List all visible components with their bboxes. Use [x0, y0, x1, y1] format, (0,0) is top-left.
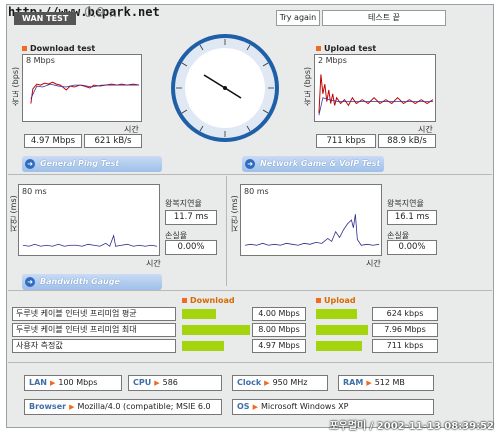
- gauge-row-label: 두루넷 케이블 인터넷 프리미엄 최대: [12, 323, 176, 337]
- download-value: 8.00 Mbps: [252, 323, 306, 337]
- ram-info: RAM ▶ 512 MB: [338, 375, 434, 391]
- upload-bar: [316, 307, 368, 321]
- speed-dial: [168, 28, 282, 148]
- download-bar: [182, 339, 250, 353]
- download-ylabel: 속도 (bps): [11, 66, 20, 106]
- download-bar: [182, 307, 250, 321]
- arrow-icon: ➜: [245, 159, 255, 169]
- cpu-info: CPU ▶ 586: [128, 375, 222, 391]
- game-xlabel: 시간: [366, 259, 381, 268]
- arrow-icon: ▶: [264, 379, 270, 387]
- divider: [8, 362, 492, 363]
- arrow-icon: ➜: [25, 277, 35, 287]
- ping-latency: 11.7 ms: [165, 210, 217, 225]
- bullet-icon: [182, 298, 187, 303]
- game-latency: 16.1 ms: [387, 210, 437, 225]
- game-loss: 0.00%: [387, 240, 437, 255]
- upload-bar: [316, 339, 368, 353]
- upload-bar-fill: [316, 325, 368, 335]
- arrow-icon: ▶: [69, 403, 75, 411]
- ping-scale: 80 ms: [22, 187, 47, 196]
- os-info: OS ▶ Microsoft Windows XP: [232, 399, 434, 415]
- download-title: Download test: [22, 44, 95, 53]
- upload-bar-fill: [316, 309, 357, 319]
- arrow-icon: ▶: [154, 379, 160, 387]
- upload-scale: 2 Mbps: [318, 56, 347, 65]
- screenshot-stamp: 포우멀미 / 2002-11-13 08:39:52: [329, 421, 494, 432]
- clock-info: Clock ▶ 950 MHz: [232, 375, 328, 391]
- game-ylabel: 지연 (ms): [230, 195, 239, 232]
- arrow-icon: ▶: [366, 379, 372, 387]
- divider: [226, 176, 227, 286]
- game-test-banner: ➜ Network Game & VoIP Test: [242, 156, 384, 172]
- download-bar: [182, 323, 250, 337]
- upload-value: 711 kbps: [372, 339, 438, 353]
- download-mbps: 4.97 Mbps: [24, 134, 82, 148]
- download-value: 4.00 Mbps: [252, 307, 306, 321]
- ping-xlabel: 시간: [146, 259, 161, 268]
- ping-loss: 0.00%: [165, 240, 217, 255]
- tab-wan-test[interactable]: WAN TEST: [14, 12, 77, 25]
- upload-bar-fill: [316, 341, 363, 351]
- speed-title: 0.9 ...: [84, 6, 122, 21]
- download-scale: 8 Mbps: [26, 56, 55, 65]
- status-field: 테스트 끝: [322, 10, 446, 26]
- download-bar-fill: [182, 325, 250, 335]
- upload-value: 7.96 Mbps: [372, 323, 438, 337]
- upload-value: 624 kbps: [372, 307, 438, 321]
- bullet-icon: [316, 298, 321, 303]
- browser-info: Browser ▶ Mozilla/4.0 (compatible; MSIE 6.…: [24, 399, 222, 415]
- upload-title: Upload test: [316, 44, 376, 53]
- bullet-icon: [316, 46, 321, 51]
- download-kbs: 621 kB/s: [84, 134, 142, 148]
- try-again-button[interactable]: Try again: [276, 10, 320, 26]
- ping-latency-label: 왕복지연율: [165, 199, 202, 208]
- bandwidth-gauge-banner: ➜ Bandwidth Gauge: [22, 274, 162, 290]
- ping-test-banner: ➜ General Ping Test: [22, 156, 162, 172]
- gauge-row-label: 두루넷 케이블 인터넷 프리미엄 평균: [12, 307, 176, 321]
- upload-bar: [316, 323, 368, 337]
- divider: [8, 290, 492, 291]
- download-bar-fill: [182, 309, 216, 319]
- upload-kbps: 711 kbps: [316, 134, 376, 148]
- divider: [8, 174, 492, 175]
- arrow-icon: ➜: [25, 159, 35, 169]
- upload-kbs: 88.9 kB/s: [378, 134, 436, 148]
- game-latency-label: 왕복지연율: [387, 199, 424, 208]
- bullet-icon: [22, 46, 27, 51]
- download-value: 4.97 Mbps: [252, 339, 306, 353]
- game-scale: 80 ms: [244, 187, 269, 196]
- gauge-row-label: 사용자 측정값: [12, 339, 176, 353]
- lan-info: LAN ▶ 100 Mbps: [24, 375, 122, 391]
- download-bar-fill: [182, 341, 225, 351]
- arrow-icon: ▶: [49, 379, 56, 387]
- gauge-download-heading: Download: [182, 296, 235, 305]
- upload-ylabel: 속도 (bps): [303, 66, 312, 106]
- arrow-icon: ▶: [252, 403, 258, 411]
- gauge-upload-heading: Upload: [316, 296, 356, 305]
